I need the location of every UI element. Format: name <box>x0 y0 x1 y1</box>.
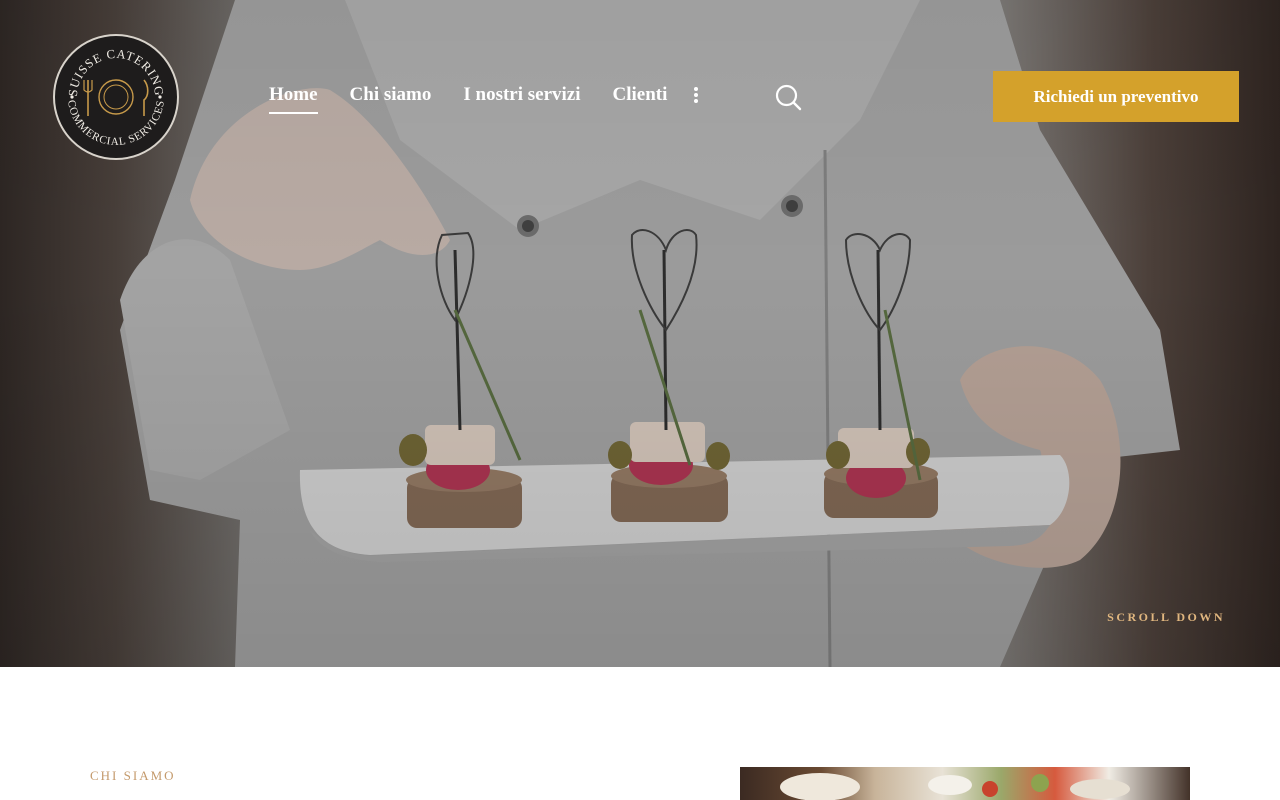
main-nav: Home Chi siamo I nostri servizi Clienti <box>269 84 699 116</box>
nav-item-chi-siamo[interactable]: Chi siamo <box>350 84 432 114</box>
section-label-chi-siamo: CHI SIAMO <box>90 768 176 783</box>
logo-top-text: SUISSE CATERING <box>66 47 166 97</box>
logo[interactable]: SUISSE CATERING COMMERCIAL SERVICES <box>53 34 179 160</box>
request-quote-button[interactable]: Richiedi un preventivo <box>993 71 1239 122</box>
search-icon[interactable] <box>774 83 802 111</box>
plate-fork-knife-icon: SUISSE CATERING COMMERCIAL SERVICES <box>65 47 167 148</box>
about-image <box>740 767 1190 800</box>
nav-item-servizi[interactable]: I nostri servizi <box>463 84 580 114</box>
nav-item-home[interactable]: Home <box>269 84 318 114</box>
nav-item-clienti[interactable]: Clienti <box>613 84 668 114</box>
vertical-dots-icon[interactable] <box>692 87 700 107</box>
logo-bottom-text: COMMERCIAL SERVICES <box>65 99 167 148</box>
scroll-down-link[interactable]: SCROLL DOWN <box>1100 610 1225 625</box>
